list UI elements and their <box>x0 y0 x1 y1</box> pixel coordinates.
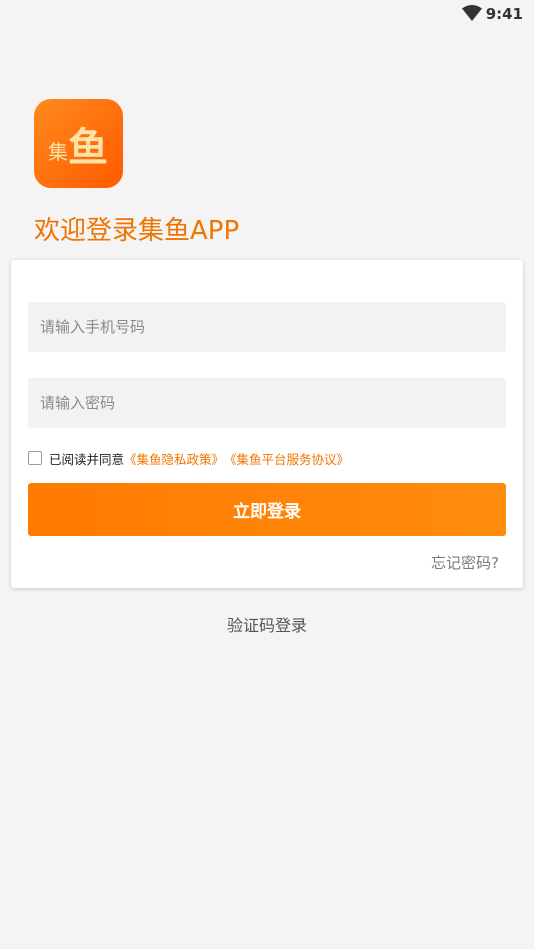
password-input[interactable] <box>28 378 506 428</box>
welcome-title: 欢迎登录集鱼APP <box>34 216 240 246</box>
status-bar: 9:41 <box>0 0 534 28</box>
login-card: 已阅读并同意 《集鱼隐私政策》 《集鱼平台服务协议》 立即登录 忘记密码? <box>11 260 523 588</box>
status-time: 9:41 <box>485 5 523 23</box>
agree-label: 已阅读并同意 <box>49 451 125 467</box>
sms-login-link[interactable]: 验证码登录 <box>0 612 534 636</box>
svg-text:鱼: 鱼 <box>68 124 108 171</box>
agree-checkbox[interactable] <box>28 451 42 465</box>
phone-input[interactable] <box>28 302 506 352</box>
service-agreement-link[interactable]: 《集鱼平台服务协议》 <box>224 449 349 468</box>
forgot-password-link[interactable]: 忘记密码? <box>431 552 499 573</box>
login-button[interactable]: 立即登录 <box>28 483 506 536</box>
svg-text:集: 集 <box>48 140 68 164</box>
password-field[interactable] <box>28 378 506 428</box>
phone-field[interactable] <box>28 302 506 352</box>
privacy-policy-link[interactable]: 《集鱼隐私政策》 <box>124 449 224 468</box>
agreement-row: 已阅读并同意 《集鱼隐私政策》 《集鱼平台服务协议》 <box>28 449 349 467</box>
wifi-icon <box>462 5 482 21</box>
app-logo: 集 鱼 <box>34 99 123 188</box>
